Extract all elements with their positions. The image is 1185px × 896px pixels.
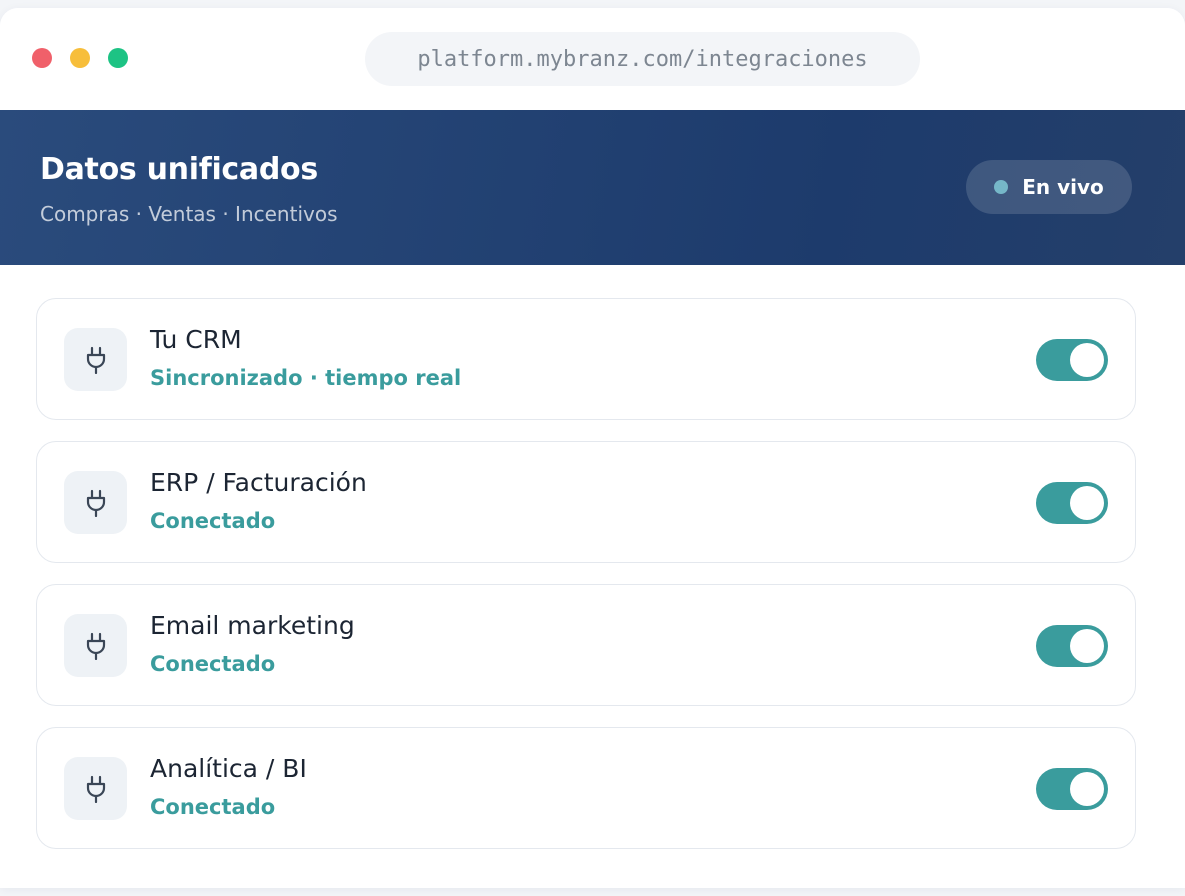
integration-card-email: Email marketing Conectado — [36, 584, 1136, 706]
address-bar-url: platform.mybranz.com/integraciones — [417, 46, 868, 72]
integration-name: ERP / Facturación — [150, 468, 367, 497]
plug-icon — [64, 471, 127, 534]
toggle-knob — [1070, 486, 1104, 520]
integration-name: Analítica / BI — [150, 754, 307, 783]
integration-card-crm: Tu CRM Sincronizado · tiempo real — [36, 298, 1136, 420]
integration-card-erp: ERP / Facturación Conectado — [36, 441, 1136, 563]
live-status-label: En vivo — [1022, 175, 1104, 199]
integration-name: Email marketing — [150, 611, 355, 640]
integration-toggle[interactable] — [1036, 482, 1108, 524]
integration-toggle[interactable] — [1036, 339, 1108, 381]
minimize-window-button[interactable] — [70, 48, 90, 68]
integration-status: Sincronizado · tiempo real — [150, 366, 462, 390]
integration-status: Conectado — [150, 652, 276, 676]
plug-icon — [64, 614, 127, 677]
integration-status: Conectado — [150, 795, 276, 819]
browser-window: platform.mybranz.com/integraciones Datos… — [0, 8, 1185, 888]
titlebar: platform.mybranz.com/integraciones — [0, 8, 1185, 110]
close-window-button[interactable] — [32, 48, 52, 68]
integration-toggle[interactable] — [1036, 625, 1108, 667]
page-header: Datos unificados Compras · Ventas · Ince… — [0, 110, 1185, 265]
toggle-knob — [1070, 772, 1104, 806]
page-title: Datos unificados — [40, 152, 318, 187]
plug-icon — [64, 328, 127, 391]
address-bar[interactable]: platform.mybranz.com/integraciones — [365, 32, 920, 86]
live-indicator-icon — [994, 180, 1009, 194]
toggle-knob — [1070, 343, 1104, 377]
integration-card-bi: Analítica / BI Conectado — [36, 727, 1136, 849]
toggle-knob — [1070, 629, 1104, 663]
integration-name: Tu CRM — [150, 325, 242, 354]
integration-toggle[interactable] — [1036, 768, 1108, 810]
live-status-badge: En vivo — [966, 160, 1132, 214]
plug-icon — [64, 757, 127, 820]
maximize-window-button[interactable] — [108, 48, 128, 68]
page-subtitle: Compras · Ventas · Incentivos — [40, 202, 338, 226]
integration-status: Conectado — [150, 509, 276, 533]
integrations-list: Tu CRM Sincronizado · tiempo real ERP / … — [36, 298, 1136, 870]
